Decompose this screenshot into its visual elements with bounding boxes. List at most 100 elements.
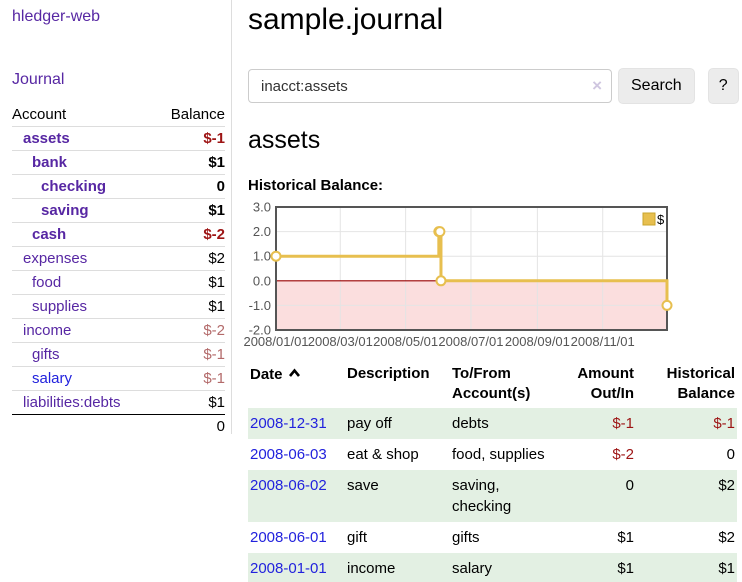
account-link[interactable]: food bbox=[32, 274, 61, 291]
x-tick-label: 2008/01/01 bbox=[243, 334, 308, 349]
clear-search-icon[interactable]: × bbox=[592, 77, 602, 94]
x-tick-label: 2008/05/01 bbox=[373, 334, 438, 349]
account-balance: $-1 bbox=[154, 343, 225, 367]
account-heading: assets bbox=[248, 126, 742, 155]
search-input[interactable] bbox=[248, 69, 612, 103]
account-balance: $1 bbox=[154, 151, 225, 175]
transaction-balance: $1 bbox=[642, 553, 737, 582]
transaction-accounts: saving, checking bbox=[450, 470, 565, 522]
search-bar: × Search ? bbox=[248, 68, 742, 104]
search-button[interactable]: Search bbox=[618, 68, 695, 104]
data-point-marker bbox=[436, 276, 445, 285]
transaction-date-link[interactable]: 2008-06-02 bbox=[250, 477, 327, 494]
data-point-marker bbox=[272, 252, 281, 261]
account-link[interactable]: supplies bbox=[32, 298, 87, 315]
transaction-accounts: debts bbox=[450, 408, 565, 439]
account-balance: $1 bbox=[154, 391, 225, 415]
accounts-header-row: Account Balance bbox=[12, 103, 225, 127]
legend-label: $ bbox=[657, 212, 665, 227]
account-link[interactable]: salary bbox=[32, 370, 72, 387]
account-row: income $-2 bbox=[12, 319, 225, 343]
account-link[interactable]: expenses bbox=[23, 250, 87, 267]
accounts-table: Account Balance assets $-1 bank $1 checking 0… bbox=[12, 103, 225, 438]
account-row: saving $1 bbox=[12, 199, 225, 223]
account-link[interactable]: income bbox=[23, 322, 71, 339]
transaction-accounts: gifts bbox=[450, 522, 565, 553]
transaction-balance: 0 bbox=[642, 439, 737, 470]
account-link[interactable]: bank bbox=[32, 154, 67, 171]
register-header-date[interactable]: Date bbox=[248, 362, 345, 408]
data-point-marker bbox=[435, 227, 444, 236]
account-link[interactable]: checking bbox=[41, 178, 106, 195]
transaction-amount: $1 bbox=[565, 522, 642, 553]
y-tick-label: -1.0 bbox=[249, 298, 271, 313]
account-balance: $-2 bbox=[154, 319, 225, 343]
accounts-total-value: 0 bbox=[154, 415, 225, 439]
sidebar-item-journal[interactable]: Journal bbox=[12, 71, 225, 89]
y-tick-label: 0.0 bbox=[253, 273, 271, 288]
x-tick-label: 2008/07/01 bbox=[438, 334, 503, 349]
transaction-description: save bbox=[345, 470, 450, 522]
account-row: expenses$2 bbox=[12, 247, 225, 271]
account-balance: $-1 bbox=[154, 367, 225, 391]
account-balance: 0 bbox=[154, 175, 225, 199]
legend-swatch bbox=[643, 213, 655, 225]
account-link[interactable]: cash bbox=[32, 226, 66, 243]
transaction-amount: $-1 bbox=[565, 408, 642, 439]
transaction-description: income bbox=[345, 553, 450, 582]
account-row: food $1 bbox=[12, 271, 225, 295]
account-balance: $-2 bbox=[154, 223, 225, 247]
register-header-accounts: To/From Account(s) bbox=[450, 362, 565, 408]
register-header-balance: Historical Balance bbox=[642, 362, 737, 408]
account-link[interactable]: liabilities:debts bbox=[23, 394, 121, 411]
transaction-balance: $2 bbox=[642, 522, 737, 553]
transaction-date-link[interactable]: 2008-01-01 bbox=[250, 560, 327, 577]
account-link[interactable]: gifts bbox=[32, 346, 60, 363]
transaction-description: gift bbox=[345, 522, 450, 553]
account-balance: $-1 bbox=[154, 127, 225, 151]
y-tick-label: 2.0 bbox=[253, 224, 271, 239]
account-balance: $1 bbox=[154, 199, 225, 223]
transaction-balance: $-1 bbox=[642, 408, 737, 439]
transaction-accounts: food, supplies bbox=[450, 439, 565, 470]
page-title: sample.journal bbox=[248, 2, 742, 38]
help-button[interactable]: ? bbox=[708, 68, 739, 104]
register-row: 2008-06-01 giftgifts$1$2 bbox=[248, 522, 737, 553]
transaction-date-link[interactable]: 2008-06-03 bbox=[250, 446, 327, 463]
transaction-balance: $2 bbox=[642, 470, 737, 522]
accounts-total-row: 0 bbox=[12, 415, 225, 439]
y-tick-label: 1.0 bbox=[253, 249, 271, 264]
account-balance: $1 bbox=[154, 295, 225, 319]
sidebar: hledger-web Journal Account Balance asse… bbox=[0, 0, 232, 434]
transaction-description: eat & shop bbox=[345, 439, 450, 470]
chart-title: Historical Balance: bbox=[248, 177, 742, 195]
transaction-amount: $-2 bbox=[565, 439, 642, 470]
account-row: gifts $-1 bbox=[12, 343, 225, 367]
historical-balance-chart: $3.02.01.00.0-1.0-2.02008/01/012008/03/0… bbox=[248, 204, 678, 350]
x-tick-label: 2008/11/01 bbox=[571, 334, 635, 349]
transaction-amount: 0 bbox=[565, 470, 642, 522]
register-row: 2008-01-01incomesalary$1$1 bbox=[248, 553, 737, 582]
account-balance: $1 bbox=[154, 271, 225, 295]
account-row: bank $1 bbox=[12, 151, 225, 175]
main-content: sample.journal × Search ? assets Histori… bbox=[248, 0, 742, 582]
transaction-accounts: salary bbox=[450, 553, 565, 582]
account-row: cash $-2 bbox=[12, 223, 225, 247]
data-point-marker bbox=[663, 301, 672, 310]
y-tick-label: 3.0 bbox=[253, 200, 271, 215]
transaction-date-link[interactable]: 2008-12-31 bbox=[250, 415, 327, 432]
register-table: Date Description To/From Account(s) Amou… bbox=[248, 362, 737, 582]
account-row: assets $-1 bbox=[12, 127, 225, 151]
accounts-total-spacer bbox=[12, 415, 154, 439]
account-link[interactable]: saving bbox=[41, 202, 89, 219]
transaction-description: pay off bbox=[345, 408, 450, 439]
register-row: 2008-06-03 eat & shopfood, supplies$-20 bbox=[248, 439, 737, 470]
brand-link[interactable]: hledger-web bbox=[12, 8, 225, 26]
x-tick-label: 2008/03/01 bbox=[308, 334, 373, 349]
account-link[interactable]: assets bbox=[23, 130, 70, 147]
search-input-wrap: × bbox=[248, 69, 612, 103]
account-row: liabilities:debts $1 bbox=[12, 391, 225, 415]
transaction-date-link[interactable]: 2008-06-01 bbox=[250, 529, 327, 546]
accounts-header-balance: Balance bbox=[154, 103, 225, 127]
sort-ascending-icon bbox=[288, 364, 301, 384]
